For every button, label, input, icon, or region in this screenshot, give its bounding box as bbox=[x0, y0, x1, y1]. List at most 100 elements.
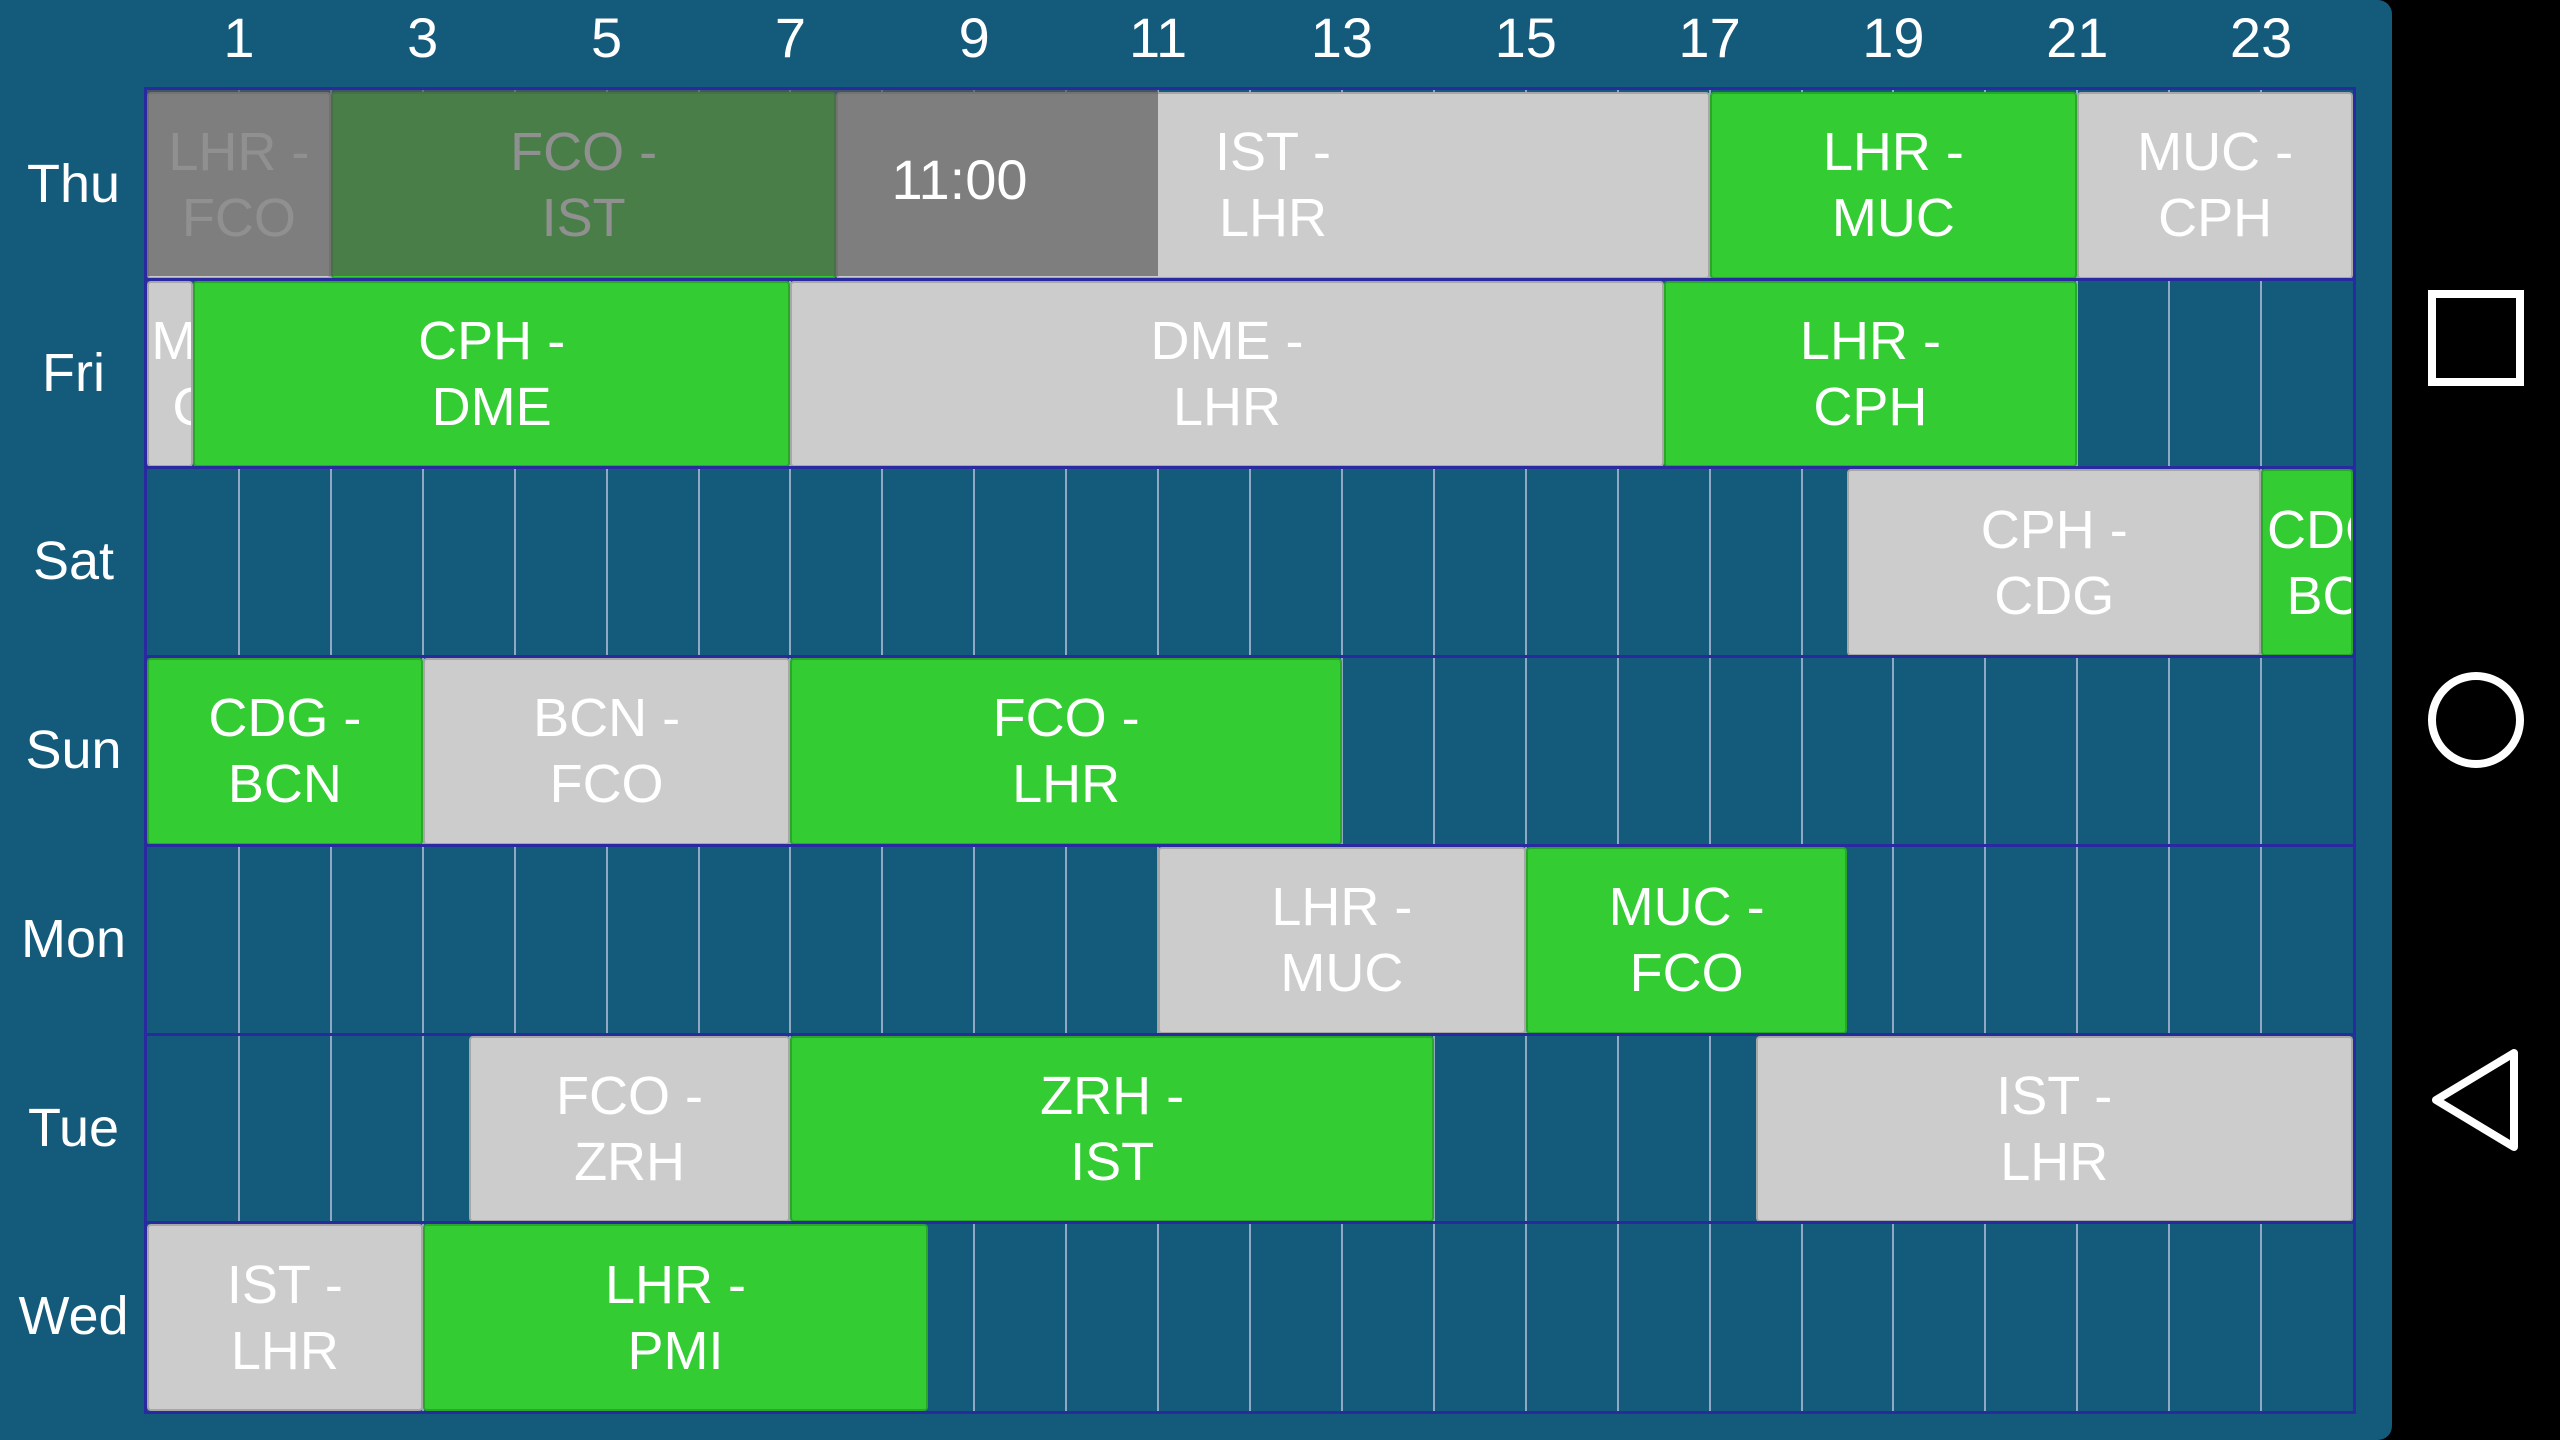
flight-route-label: ZRH - IST bbox=[792, 1038, 1431, 1221]
origin-code: MUC bbox=[1608, 877, 1732, 938]
flight-route-label: FCO - ZRH bbox=[471, 1038, 789, 1221]
hour-label: 13 bbox=[1310, 6, 1374, 69]
destination-code: CPH bbox=[1813, 377, 1928, 438]
flight-block[interactable]: DME - LHR bbox=[790, 280, 1664, 468]
flight-block[interactable]: FCO - LHR bbox=[790, 658, 1342, 845]
destination-code: FCO bbox=[549, 754, 664, 815]
hour-label: 11 bbox=[1129, 6, 1188, 69]
route-dash: - bbox=[647, 688, 681, 749]
flight-block[interactable]: LHR - CPH bbox=[1663, 280, 2078, 468]
flight-route-label: LHR - PMI bbox=[425, 1226, 927, 1409]
hour-label: 21 bbox=[2046, 6, 2109, 69]
origin-code: CPH bbox=[1980, 499, 2095, 560]
route-dash: - bbox=[1270, 311, 1304, 372]
flight-block[interactable]: ZRH - IST bbox=[790, 1035, 1434, 1223]
flight-route-label: MUC -CPH bbox=[149, 283, 191, 466]
hour-label: 3 bbox=[407, 6, 439, 69]
current-time-label: 11:00 bbox=[891, 148, 1028, 211]
day-label: Tue bbox=[27, 1097, 120, 1158]
destination-code: LHR bbox=[230, 1320, 339, 1381]
route-dash: - bbox=[1151, 1065, 1185, 1126]
destination-code: MUC bbox=[1280, 943, 1404, 1004]
route-dash: - bbox=[1106, 688, 1140, 749]
hour-label: 23 bbox=[2229, 6, 2293, 69]
day-label: Wed bbox=[18, 1286, 129, 1347]
flight-route-label: LHR - CPH bbox=[1666, 283, 2076, 466]
flight-route-label: MUC -CPH bbox=[2079, 94, 2351, 277]
origin-code: LHR bbox=[1822, 122, 1931, 183]
day-label: Sat bbox=[32, 531, 115, 592]
origin-code: CDG bbox=[2267, 499, 2351, 560]
origin-code: LHR bbox=[1271, 877, 1380, 938]
flight-block[interactable]: MUC -CPH bbox=[147, 280, 193, 468]
hour-label: 7 bbox=[774, 6, 806, 69]
origin-code: LHR bbox=[1799, 311, 1908, 372]
flight-block[interactable]: MUC - FCO bbox=[1525, 846, 1848, 1034]
back-button[interactable] bbox=[2392, 1020, 2560, 1180]
origin-code: DME bbox=[1150, 311, 1271, 372]
flight-block[interactable]: FCO - ZRH bbox=[468, 1035, 791, 1223]
recents-button[interactable] bbox=[2392, 258, 2560, 418]
origin-code: CDG bbox=[208, 688, 329, 749]
destination-code: PMI bbox=[627, 1320, 724, 1381]
destination-code: LHR bbox=[1012, 754, 1121, 815]
flight-block[interactable]: MUC -CPH bbox=[2077, 92, 2353, 279]
flight-route-label: CDG -BCN bbox=[2263, 471, 2351, 654]
hour-label: 17 bbox=[1678, 6, 1741, 69]
destination-code: FCO bbox=[1629, 943, 1744, 1004]
flight-route-label: IST - LHR bbox=[149, 1226, 421, 1409]
route-dash: - bbox=[2260, 122, 2294, 183]
route-dash: - bbox=[670, 1065, 704, 1126]
flight-block[interactable]: CDG -BCN bbox=[147, 658, 423, 845]
route-dash: - bbox=[1907, 311, 1941, 372]
route-dash: - bbox=[532, 311, 566, 372]
destination-code: LHR bbox=[1218, 188, 1327, 249]
flight-route-label: IST - LHR bbox=[1758, 1038, 2351, 1221]
recents-icon bbox=[2428, 290, 2524, 386]
flight-route-label: CPH - DME bbox=[195, 283, 788, 466]
origin-code: ZRH bbox=[1040, 1065, 1152, 1126]
flight-block[interactable]: IST - LHR bbox=[1755, 1035, 2353, 1223]
origin-code: BCN bbox=[533, 688, 648, 749]
home-button[interactable] bbox=[2392, 640, 2560, 800]
hour-label: 19 bbox=[1862, 6, 1925, 69]
route-dash: - bbox=[328, 688, 362, 749]
destination-code: BCN bbox=[2286, 565, 2351, 626]
route-dash: - bbox=[2079, 1065, 2113, 1126]
destination-code: CPH bbox=[2158, 188, 2273, 249]
schedule-grid: LHR -FCOFCO -ISTIST -LHRLHR -MUCMUC -CPH… bbox=[144, 87, 2356, 1414]
origin-code: IST bbox=[226, 1254, 310, 1315]
flight-block[interactable]: IST - LHR bbox=[147, 1224, 423, 1411]
destination-code: MUC bbox=[1831, 188, 1955, 249]
origin-code: IST bbox=[1214, 122, 1298, 183]
flight-block[interactable]: LHR - PMI bbox=[422, 1224, 929, 1411]
hour-label: 1 bbox=[223, 6, 255, 69]
origin-code: MUC bbox=[2137, 122, 2261, 183]
android-navbar bbox=[2392, 0, 2560, 1440]
flight-block[interactable]: BCN - FCO bbox=[422, 658, 791, 845]
route-dash: - bbox=[1930, 122, 1964, 183]
day-label: Sun bbox=[25, 720, 122, 781]
flight-block[interactable]: LHR - MUC bbox=[1709, 92, 2078, 279]
destination-code: CDG bbox=[1994, 565, 2115, 626]
flight-block[interactable]: CPH - DME bbox=[192, 280, 791, 468]
back-icon bbox=[2432, 1049, 2518, 1151]
flight-block[interactable]: CDG -BCN bbox=[2261, 469, 2353, 657]
destination-code: BCN bbox=[227, 754, 342, 815]
route-dash: - bbox=[1731, 877, 1765, 938]
flight-route-label: CDG -BCN bbox=[149, 660, 421, 843]
schedule-app: 1 3 5 7 9 11 13 15 17 19 21 23 Thu Fri Sat Sun Mon Tue We… bbox=[0, 0, 2392, 1440]
flight-route-label: MUC - FCO bbox=[1528, 849, 1846, 1032]
route-dash: - bbox=[2094, 499, 2128, 560]
flight-block[interactable]: LHR - MUC bbox=[1158, 846, 1526, 1034]
flight-block[interactable]: CPH - CDG bbox=[1847, 469, 2262, 657]
hour-label: 5 bbox=[591, 6, 623, 69]
route-dash: - bbox=[1379, 877, 1413, 938]
flight-route-label: LHR - MUC bbox=[1160, 849, 1524, 1032]
origin-code: FCO bbox=[556, 1065, 671, 1126]
flight-route-label: LHR - MUC bbox=[1712, 94, 2076, 277]
destination-code: DME bbox=[431, 377, 552, 438]
route-dash: - bbox=[713, 1254, 747, 1315]
hour-label: 9 bbox=[958, 6, 990, 69]
day-label: Mon bbox=[20, 908, 127, 969]
